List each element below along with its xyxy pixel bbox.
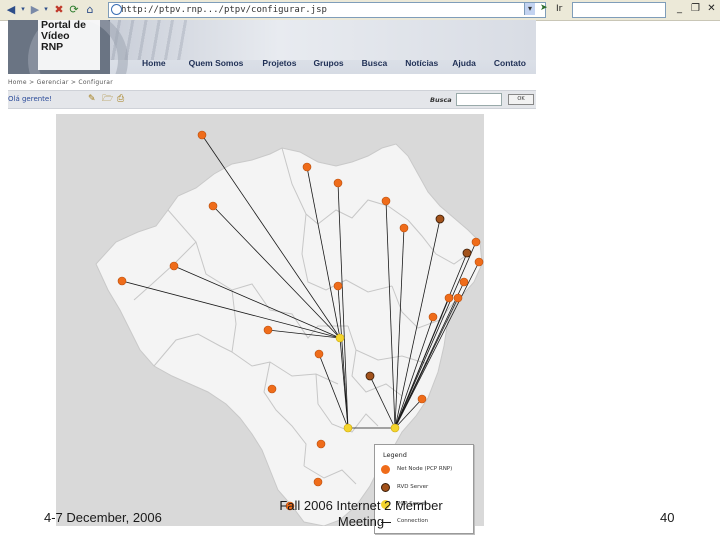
net-node[interactable]: [459, 277, 469, 287]
go-icon[interactable]: ➤: [540, 3, 548, 13]
user-toolbar: Olá gerente! ✎ 🗁 ⎙ Busca OK: [8, 90, 536, 109]
net-node[interactable]: [471, 237, 481, 247]
back-icon[interactable]: ◀: [3, 2, 19, 17]
go-label[interactable]: Ir: [556, 4, 562, 14]
legend-title: Legend: [383, 451, 407, 459]
net-node[interactable]: [453, 293, 463, 303]
maximize-icon[interactable]: ❐: [688, 2, 703, 16]
home-icon[interactable]: ⌂: [83, 2, 97, 17]
greeting: Olá gerente!: [8, 95, 53, 103]
legend-row-netnode: Net Node (PCP RNP): [381, 465, 471, 479]
refresh-icon[interactable]: ⟳: [67, 2, 81, 17]
search-label: Busca: [430, 96, 452, 104]
nav-quem-somos[interactable]: Quem Somos: [189, 54, 244, 74]
net-node[interactable]: [313, 477, 323, 487]
browser-toolbar: ◀ ▾ ▶ ▾ ✖ ⟳ ⌂ http://ptpv.rnp.../ptpv/co…: [0, 0, 720, 21]
page-icon: [111, 4, 122, 15]
forward-dropdown-icon[interactable]: ▾: [43, 2, 49, 17]
net-node[interactable]: [333, 281, 343, 291]
slide-page-number: 40: [660, 510, 675, 525]
net-node[interactable]: [474, 257, 484, 267]
net-node[interactable]: [333, 178, 343, 188]
net-node[interactable]: [399, 223, 409, 233]
edit-icon[interactable]: ✎: [88, 94, 98, 104]
print-icon[interactable]: ⎙: [117, 94, 127, 104]
slide-date: 4-7 December, 2006: [44, 510, 162, 525]
forward-icon[interactable]: ▶: [28, 2, 42, 17]
net-node[interactable]: [117, 276, 127, 286]
nav-busca[interactable]: Busca: [362, 54, 388, 74]
net-node[interactable]: [444, 293, 454, 303]
nav-home[interactable]: Home: [142, 54, 166, 74]
nav-grupos[interactable]: Grupos: [313, 54, 343, 74]
stop-icon[interactable]: ✖: [52, 2, 66, 17]
net-node[interactable]: [263, 325, 273, 335]
address-bar[interactable]: http://ptpv.rnp.../ptpv/configurar.jsp: [108, 2, 546, 18]
net-node[interactable]: [197, 130, 207, 140]
pcp-server[interactable]: [343, 423, 353, 433]
main-nav: Home Quem Somos Projetos Grupos Busca No…: [108, 54, 536, 74]
site-banner: Portal de Vídeo RNP Home Quem Somos Proj…: [8, 20, 536, 74]
rvd-server[interactable]: [462, 248, 472, 258]
net-node[interactable]: [302, 162, 312, 172]
nav-contato[interactable]: Contato: [494, 54, 526, 74]
legend-row-rvd: RVD Server: [381, 483, 471, 497]
net-node[interactable]: [316, 439, 326, 449]
rvd-server[interactable]: [435, 214, 445, 224]
nav-projetos[interactable]: Projetos: [262, 54, 296, 74]
breadcrumb[interactable]: Home > Gerenciar > Configurar: [8, 79, 113, 86]
rvd-legend-icon: [381, 483, 390, 492]
net-node[interactable]: [169, 261, 179, 271]
back-dropdown-icon[interactable]: ▾: [20, 2, 26, 17]
legend-label: Net Node (PCP RNP): [397, 466, 453, 472]
net-node[interactable]: [208, 201, 218, 211]
nav-noticias[interactable]: Notícias: [405, 54, 438, 74]
rvd-server[interactable]: [365, 371, 375, 381]
pcp-server[interactable]: [390, 423, 400, 433]
net-node[interactable]: [314, 349, 324, 359]
nav-ajuda[interactable]: Ajuda: [452, 54, 476, 74]
netnode-legend-icon: [381, 465, 390, 474]
pcp-server[interactable]: [335, 333, 345, 343]
search-input[interactable]: [456, 93, 502, 106]
legend-label: RVD Server: [397, 484, 429, 490]
minimize-icon[interactable]: _: [672, 2, 687, 16]
search-button[interactable]: OK: [508, 94, 534, 105]
address-dropdown-icon[interactable]: ▾: [524, 3, 535, 15]
site-logo[interactable]: Portal de Vídeo RNP: [41, 20, 101, 53]
net-node[interactable]: [267, 384, 277, 394]
folder-icon[interactable]: 🗁: [102, 94, 113, 104]
close-icon[interactable]: ✕: [704, 2, 719, 16]
slide-footer-title: Fall 2006 Internet 2 Member Meeting: [279, 498, 443, 529]
toolbar-search-field[interactable]: [572, 2, 666, 18]
net-node[interactable]: [417, 394, 427, 404]
net-node[interactable]: [381, 196, 391, 206]
net-node[interactable]: [428, 312, 438, 322]
